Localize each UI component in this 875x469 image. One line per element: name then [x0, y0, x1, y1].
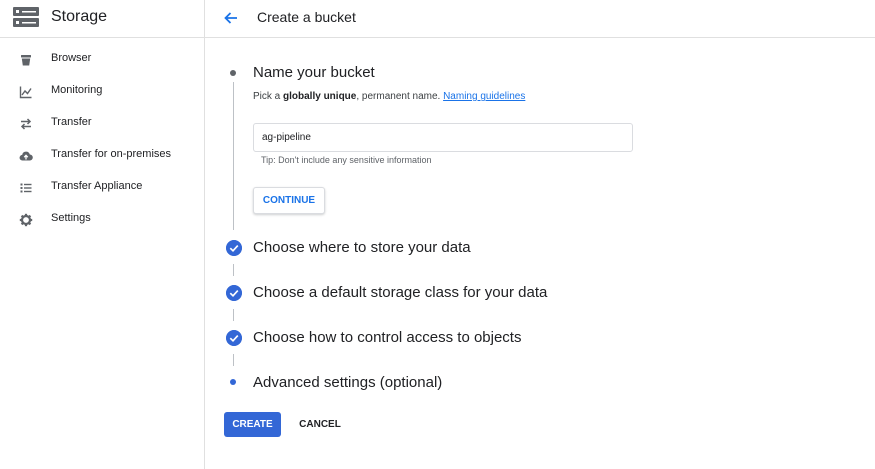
sidebar-item-label: Browser — [51, 52, 92, 64]
sidebar: Storage Browser Monitoring Transfer Tran… — [0, 0, 205, 469]
naming-guidelines-link[interactable]: Naming guidelines — [443, 91, 525, 102]
check-circle-icon — [226, 240, 242, 256]
step-connector — [233, 82, 234, 230]
appliance-list-icon — [20, 183, 32, 193]
step-title-storage-class[interactable]: Choose a default storage class for your … — [253, 284, 547, 301]
step-title-advanced[interactable]: Advanced settings (optional) — [253, 374, 442, 391]
input-tip: Tip: Don't include any sensitive informa… — [261, 155, 432, 165]
check-circle-icon — [226, 330, 242, 346]
step-description: Pick a globally unique, permanent name. … — [253, 91, 525, 102]
step-indicator — [230, 379, 236, 385]
sidebar-item-label: Transfer Appliance — [51, 180, 143, 192]
app-title: Storage — [51, 8, 108, 25]
description-text: , permanent name. — [356, 91, 444, 102]
sidebar-item-settings[interactable]: Settings — [0, 204, 204, 236]
step-connector — [233, 264, 234, 276]
gear-icon — [19, 213, 33, 227]
page-title: Create a bucket — [257, 9, 356, 25]
create-button[interactable]: CREATE — [224, 412, 281, 437]
description-text: Pick a — [253, 91, 284, 102]
step-title-name: Name your bucket — [253, 64, 375, 81]
sidebar-item-browser[interactable]: Browser — [0, 44, 204, 76]
sidebar-item-monitoring[interactable]: Monitoring — [0, 76, 204, 108]
storage-icon — [13, 7, 39, 27]
step-connector — [233, 309, 234, 321]
bucket-name-input[interactable] — [253, 123, 633, 152]
sidebar-item-label: Transfer for on-premises — [51, 148, 172, 160]
step-title-access[interactable]: Choose how to control access to objects — [253, 329, 521, 346]
step-indicator-active — [230, 70, 236, 76]
sidebar-header: Storage — [0, 0, 204, 38]
sidebar-item-label: Settings — [51, 212, 91, 224]
check-circle-icon — [226, 285, 242, 301]
sidebar-item-transfer[interactable]: Transfer — [0, 108, 204, 140]
cancel-button[interactable]: CANCEL — [289, 412, 351, 437]
page-header: Create a bucket — [205, 0, 875, 38]
description-emphasis: globally unique — [283, 91, 357, 102]
sidebar-item-transfer-on-premises[interactable]: Transfer for on-premises — [0, 140, 204, 172]
transfer-arrows-icon — [20, 118, 32, 130]
step-connector — [233, 354, 234, 366]
step-title-location[interactable]: Choose where to store your data — [253, 239, 471, 256]
chart-icon — [19, 86, 32, 99]
sidebar-item-label: Transfer — [51, 116, 92, 128]
sidebar-item-label: Monitoring — [51, 84, 103, 96]
sidebar-item-transfer-appliance[interactable]: Transfer Appliance — [0, 172, 204, 204]
bucket-icon — [21, 55, 31, 66]
back-arrow-icon[interactable] — [221, 8, 241, 28]
cloud-upload-icon — [19, 151, 33, 161]
continue-button[interactable]: CONTINUE — [253, 187, 325, 214]
